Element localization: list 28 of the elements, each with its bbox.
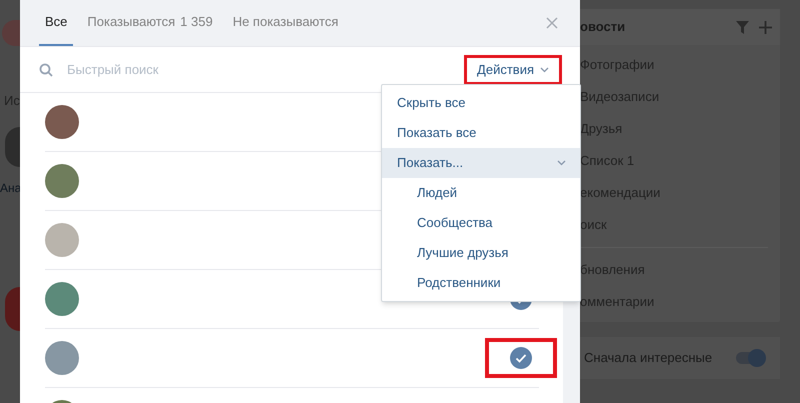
- chevron-icon: [540, 66, 549, 72]
- toggle-switch[interactable]: [736, 352, 764, 364]
- menu-item[interactable]: Родственники: [382, 268, 580, 298]
- checked-circle-icon[interactable]: [510, 347, 532, 369]
- menu-item[interactable]: Показать...: [382, 148, 580, 178]
- avatar-photo-placeholder: [45, 164, 79, 198]
- menu-item[interactable]: Скрыть все: [382, 88, 580, 118]
- avatar-photo-placeholder: [45, 282, 79, 316]
- avatar-photo-placeholder: [45, 105, 79, 139]
- card-title: овости: [580, 18, 626, 36]
- menu-item[interactable]: Сообщества: [382, 208, 580, 238]
- chevron-icon: [557, 160, 566, 166]
- menu-item[interactable]: Показать все: [382, 118, 580, 148]
- filter-icon[interactable]: [736, 20, 749, 34]
- close-icon[interactable]: [546, 17, 558, 29]
- tab[interactable]: Показываются 1 359: [81, 0, 219, 46]
- menu-item[interactable]: Лучшие друзья: [382, 238, 580, 268]
- avatar-photo-placeholder: [45, 223, 79, 257]
- plus-icon[interactable]: [759, 20, 772, 34]
- avatar-photo-placeholder: [45, 341, 79, 375]
- avatar-placeholder: [5, 286, 20, 330]
- search-field[interactable]: Быстрый поиск: [67, 60, 464, 80]
- tab[interactable]: Не показываются: [226, 0, 344, 46]
- search-icon: [39, 62, 53, 76]
- menu-item[interactable]: Людей: [382, 178, 580, 208]
- avatar-placeholder: [5, 126, 20, 166]
- tab[interactable]: Все: [39, 0, 74, 46]
- avatar-placeholder: [2, 20, 20, 46]
